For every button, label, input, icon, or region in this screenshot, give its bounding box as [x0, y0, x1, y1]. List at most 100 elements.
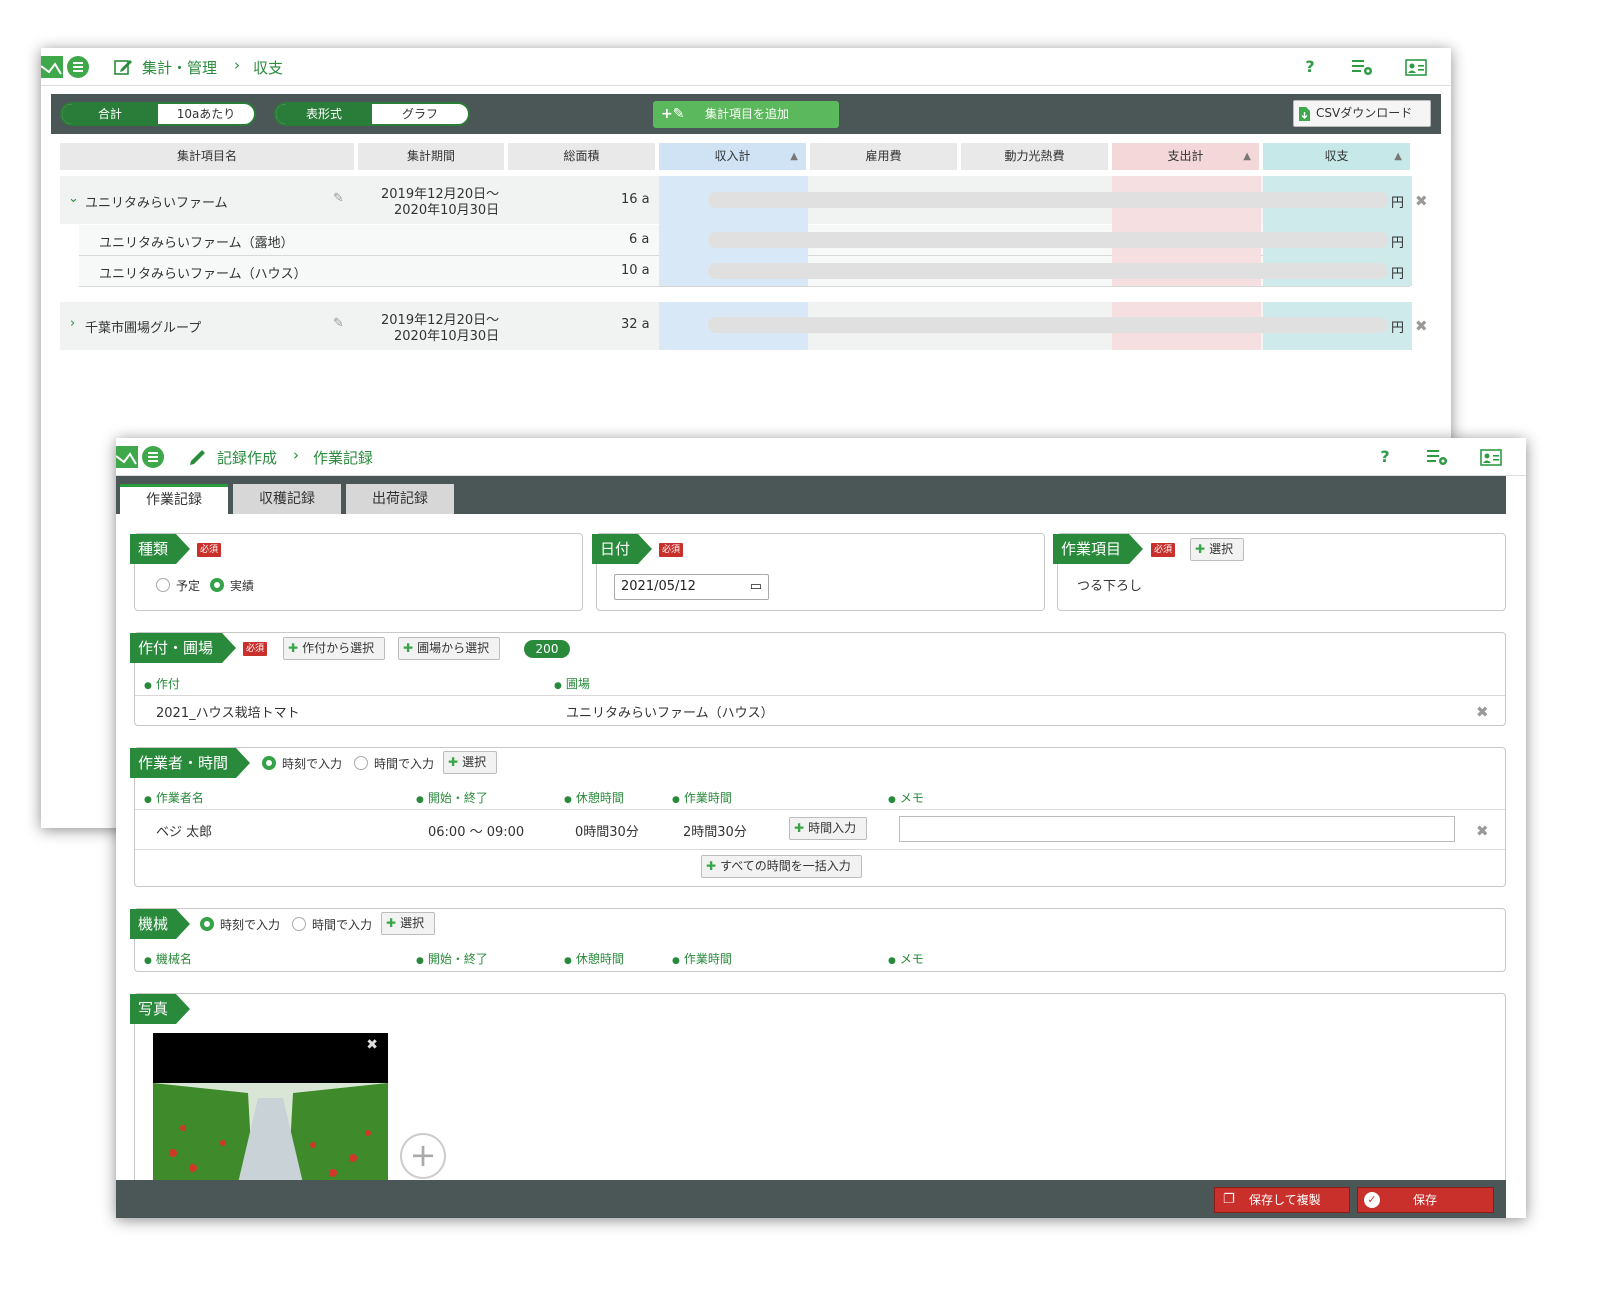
save-button[interactable]: ✓ 保存	[1357, 1187, 1494, 1213]
per-10a-toggle[interactable]: 10aあたり	[158, 104, 254, 124]
help-icon[interactable]: ?	[1374, 447, 1396, 467]
redacted-value-bar	[708, 317, 1388, 333]
col-break: 休憩時間	[564, 789, 624, 806]
sort-icon[interactable]: ▲	[790, 143, 798, 170]
breadcrumb-section[interactable]: 記録作成	[217, 447, 277, 468]
sort-icon[interactable]: ▲	[1243, 143, 1251, 170]
table-toggle[interactable]: 表形式	[276, 104, 372, 124]
photo-thumbnail[interactable]: ✖	[153, 1033, 388, 1183]
total-toggle[interactable]: 合計	[62, 104, 158, 124]
tab-shipping-record[interactable]: 出荷記録	[346, 484, 454, 514]
worker-select-button[interactable]: ✚ 選択	[443, 751, 498, 774]
calendar-icon[interactable]: ▭	[750, 575, 762, 599]
remove-icon[interactable]: ✖	[1476, 703, 1489, 721]
format-toggle: 表形式 グラフ	[274, 102, 470, 126]
col-machine-name: 機械名	[144, 950, 192, 967]
tab-harvest-record[interactable]: 収穫記録	[233, 484, 341, 514]
close-icon[interactable]: ✖	[366, 1037, 378, 1053]
currency-unit: 円	[1391, 196, 1405, 211]
csv-download-button[interactable]: CSVダウンロード	[1293, 100, 1431, 127]
radio-duration-input[interactable]	[354, 756, 368, 770]
col-start-end: 開始・終了	[416, 950, 488, 967]
bulk-time-input-button[interactable]: ✚ すべての時間を一括入力	[701, 855, 862, 878]
breadcrumb-chevron-icon: ›	[293, 446, 299, 464]
user-card-icon[interactable]	[1480, 447, 1502, 467]
start-end-value: 06:00 〜 09:00	[428, 825, 525, 840]
select-from-crop-button[interactable]: ✚ 作付から選択	[283, 637, 386, 660]
currency-unit: 円	[1391, 321, 1405, 336]
select-from-field-label: 圃場から選択	[417, 641, 490, 655]
radio-clock-input[interactable]	[200, 917, 214, 931]
machine-select-button[interactable]: ✚ 選択	[381, 912, 436, 935]
radio-scheduled[interactable]	[156, 578, 170, 592]
area-value: 16 a	[621, 192, 650, 207]
remove-icon[interactable]: ✖	[1415, 317, 1428, 335]
record-topbar: 記録作成 › 作業記録 ?	[116, 438, 1526, 476]
help-icon[interactable]: ?	[1299, 57, 1321, 77]
time-input-button[interactable]: ✚ 時間入力	[789, 817, 868, 840]
row-divider	[135, 809, 1505, 810]
area-value: 32 a	[621, 317, 650, 332]
save-and-copy-button[interactable]: ❐ 保存して複製	[1214, 1187, 1350, 1213]
select-from-field-button[interactable]: ✚ 圃場から選択	[398, 637, 501, 660]
option-actual: 実績	[230, 579, 255, 593]
add-photo-icon[interactable]: +	[400, 1133, 446, 1179]
plus-icon: ✚	[1195, 542, 1206, 556]
worker-time-title: 作業者・時間	[130, 748, 250, 778]
memo-input[interactable]	[899, 816, 1455, 842]
period-end: 2020年10月30日	[394, 329, 500, 344]
date-input[interactable]: 2021/05/12 ▭	[614, 574, 769, 600]
breadcrumb-page: 作業記録	[313, 449, 374, 467]
work-item-select-button[interactable]: ✚ 選択	[1190, 538, 1245, 561]
child-name: ユニリタみらいファーム（露地）	[99, 236, 294, 251]
app-logo-icon[interactable]	[116, 444, 176, 470]
col-memo: メモ	[888, 950, 924, 967]
list-settings-icon[interactable]	[1351, 57, 1373, 77]
currency-unit: 円	[1391, 267, 1405, 282]
breadcrumb-chevron-icon: ›	[234, 56, 240, 74]
graph-toggle[interactable]: グラフ	[372, 104, 468, 124]
required-badge: 必須	[1151, 543, 1176, 557]
list-settings-icon[interactable]	[1426, 447, 1448, 467]
required-badge: 必須	[197, 543, 222, 557]
remove-icon[interactable]: ✖	[1476, 822, 1489, 840]
edit-note-icon	[114, 60, 132, 75]
col-income[interactable]: 収入計 ▲	[659, 143, 806, 170]
plus-icon: ✚	[448, 755, 459, 769]
user-card-icon[interactable]	[1405, 57, 1427, 77]
redacted-value-bar	[708, 263, 1388, 279]
tab-work-record[interactable]: 作業記録	[120, 484, 228, 514]
chevron-down-icon[interactable]: ⌄	[68, 191, 79, 206]
radio-clock-input[interactable]	[262, 756, 276, 770]
select-label: 選択	[400, 916, 425, 930]
bulk-time-input-label: すべての時間を一括入力	[720, 859, 851, 873]
col-expense[interactable]: 支出計 ▲	[1112, 143, 1259, 170]
col-field: 圃場	[554, 675, 590, 692]
row-divider	[135, 695, 1505, 696]
radio-actual[interactable]	[210, 578, 224, 592]
remove-icon[interactable]: ✖	[1415, 192, 1428, 210]
pencil-icon[interactable]: ✎	[333, 191, 344, 206]
add-item-button[interactable]: +✎ 集計項目を追加	[653, 101, 839, 128]
field-value: ユニリタみらいファーム（ハウス）	[566, 706, 774, 721]
record-window: 記録作成 › 作業記録 ? 作業記録 収穫記録 出荷記録 種類 必須 予定 実績…	[116, 438, 1526, 1218]
breadcrumb-page: 収支	[253, 59, 284, 77]
group-name: 千葉市圃場グループ	[85, 321, 202, 336]
select-label: 選択	[462, 755, 487, 769]
col-item-name: 集計項目名	[60, 143, 354, 170]
breadcrumb-section[interactable]: 集計・管理	[142, 57, 217, 78]
col-balance[interactable]: 収支 ▲	[1263, 143, 1410, 170]
radio-duration-input[interactable]	[292, 917, 306, 931]
sort-icon[interactable]: ▲	[1394, 143, 1402, 170]
pencil-icon[interactable]: ✎	[333, 316, 344, 331]
chevron-right-icon[interactable]: ›	[70, 316, 75, 331]
summary-topbar: 集計・管理 › 収支 ?	[41, 48, 1451, 86]
col-work-time: 作業時間	[672, 950, 732, 967]
child-name: ユニリタみらいファーム（ハウス）	[99, 267, 307, 282]
col-utility: 動力光熱費	[961, 143, 1108, 170]
plus-icon: ✚	[403, 641, 414, 655]
app-logo-icon[interactable]	[41, 54, 101, 80]
area-value: 6 a	[629, 232, 650, 247]
group-name: ユニリタみらいファーム	[85, 196, 228, 211]
col-memo: メモ	[888, 789, 924, 806]
